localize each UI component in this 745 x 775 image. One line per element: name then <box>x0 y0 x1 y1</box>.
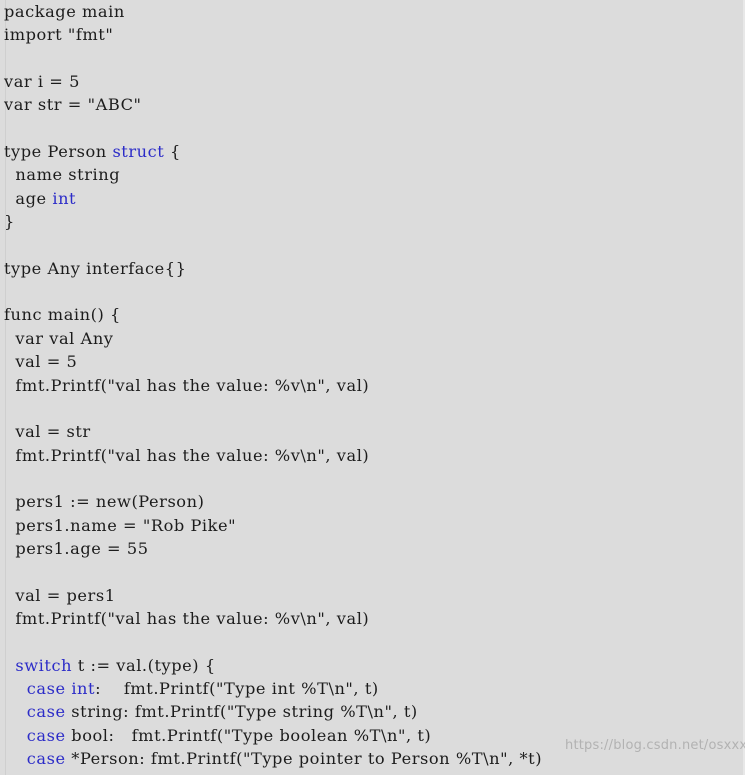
code-line: fmt.Printf("val has the value: %v\n", va… <box>0 444 745 467</box>
code-token: fmt.Printf("val has the value: %v\n", va… <box>4 608 370 628</box>
code-token: package main <box>4 2 125 21</box>
code-token: var i = 5 <box>4 72 80 92</box>
code-line: val = 5 <box>0 350 745 373</box>
code-token: pers1.name = "Rob Pike" <box>4 515 237 535</box>
code-token: } <box>4 212 15 232</box>
code-line: import "fmt" <box>0 23 745 46</box>
code-line: func main() { <box>0 303 745 326</box>
code-line: fmt.Printf("val has the value: %v\n", va… <box>0 374 745 397</box>
code-line: name string <box>0 163 745 186</box>
code-token: : fmt.Printf("Type int %T\n", t) <box>95 678 379 698</box>
code-token: import "fmt" <box>4 25 114 45</box>
code-keyword: case <box>26 749 66 768</box>
code-line: case bool: fmt.Printf("Type boolean %T\n… <box>0 724 745 747</box>
code-token: fmt.Printf("val has the value: %v\n", va… <box>4 375 370 395</box>
code-token: fmt.Printf("val has the value: %v\n", va… <box>4 445 370 465</box>
code-token: bool: fmt.Printf("Type boolean %T\n", t) <box>65 725 432 745</box>
code-keyword: switch <box>15 655 73 675</box>
code-keyword: case <box>26 725 66 745</box>
code-keyword: int <box>71 678 96 698</box>
code-token: val = pers1 <box>4 585 116 605</box>
code-lines-container: package main import "fmt" var i = 5 var str… <box>0 0 745 770</box>
code-line: } <box>0 210 745 233</box>
code-line: var str = "ABC" <box>0 93 745 116</box>
code-token: name string <box>4 165 121 185</box>
code-line: pers1.name = "Rob Pike" <box>0 514 745 537</box>
code-token: *Person: fmt.Printf("Type pointer to Per… <box>65 749 543 768</box>
code-token: pers1.age = 55 <box>4 538 149 558</box>
code-token: age <box>4 188 53 208</box>
code-listing-panel: package main import "fmt" var i = 5 var str… <box>0 0 745 775</box>
code-line: case string: fmt.Printf("Type string %T\… <box>0 700 745 723</box>
code-token: var str = "ABC" <box>4 95 142 115</box>
code-line: pers1.age = 55 <box>0 537 745 560</box>
code-token: val = str <box>4 422 91 442</box>
code-keyword: int <box>52 188 77 208</box>
code-line: val = pers1 <box>0 584 745 607</box>
code-line: var i = 5 <box>0 70 745 93</box>
code-line: type Person struct { <box>0 140 745 163</box>
code-token: { <box>164 142 181 162</box>
code-line: type Any interface{} <box>0 257 745 280</box>
code-line: age int <box>0 187 745 210</box>
code-token: t := val.(type) { <box>72 655 216 675</box>
code-token: type Any interface{} <box>4 258 187 278</box>
code-line: fmt.Printf("val has the value: %v\n", va… <box>0 607 745 630</box>
code-line: val = str <box>0 420 745 443</box>
code-token: val = 5 <box>4 352 78 372</box>
code-line: pers1 := new(Person) <box>0 490 745 513</box>
code-keyword: case <box>26 702 66 722</box>
code-token: func main() { <box>4 305 121 325</box>
code-line: case *Person: fmt.Printf("Type pointer t… <box>0 747 745 770</box>
code-keyword: struct <box>112 142 165 162</box>
code-token: var val Any <box>4 328 114 348</box>
code-token: pers1 := new(Person) <box>4 492 205 512</box>
code-line: var val Any <box>0 327 745 350</box>
code-line: case int: fmt.Printf("Type int %T\n", t) <box>0 677 745 700</box>
code-token: string: fmt.Printf("Type string %T\n", t… <box>65 702 418 722</box>
code-line: package main <box>0 0 745 23</box>
code-line: switch t := val.(type) { <box>0 654 745 677</box>
code-keyword: case <box>26 678 66 698</box>
code-token: type Person <box>4 142 113 162</box>
